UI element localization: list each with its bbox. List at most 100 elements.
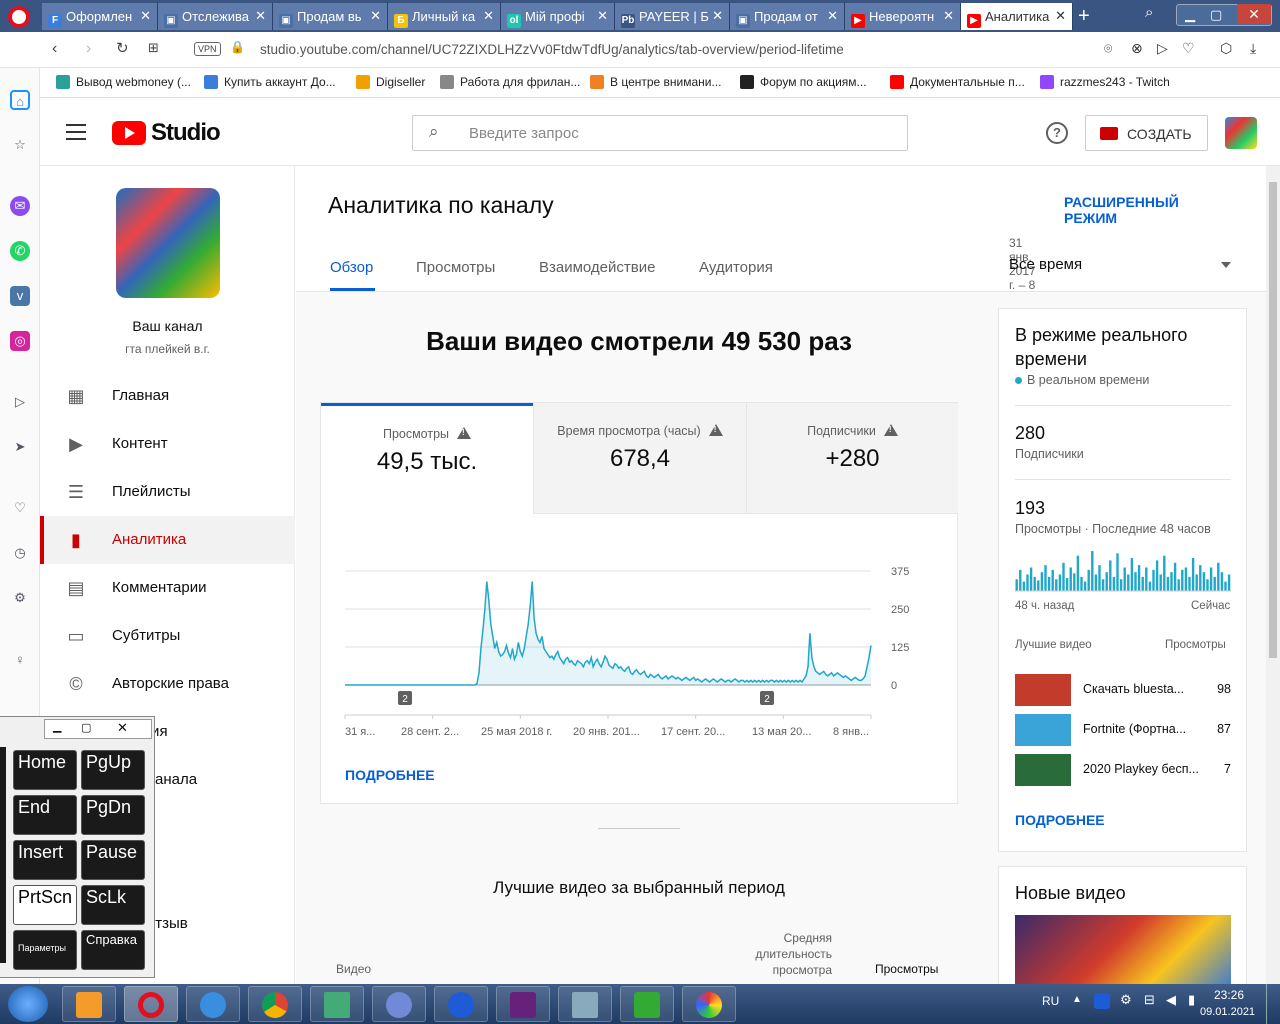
menu-icon[interactable]: [66, 124, 86, 140]
page-scrollbar[interactable]: [1266, 166, 1280, 988]
more-link[interactable]: ПОДРОБНЕЕ: [345, 767, 435, 783]
osk-key[interactable]: Справка: [81, 930, 145, 970]
nav-item[interactable]: ▦ Главная: [40, 372, 295, 420]
browser-tab[interactable]: ▣ Отслежива ✕: [158, 3, 273, 30]
send-icon[interactable]: ▷: [1157, 40, 1168, 57]
osk-key[interactable]: PrtScn: [13, 885, 77, 925]
tab-close-icon[interactable]: ✕: [140, 8, 151, 24]
osk-minimize-icon[interactable]: ▁: [53, 720, 61, 733]
home-icon[interactable]: ⌂: [10, 90, 30, 110]
tab-close-icon[interactable]: ✕: [483, 8, 494, 24]
search-tabs-icon[interactable]: ⌕: [1145, 4, 1153, 21]
nav-item[interactable]: ☰ Плейлисты: [40, 468, 295, 516]
reload-icon[interactable]: ↻: [116, 39, 129, 57]
nav-item[interactable]: © Авторские права: [40, 660, 295, 708]
top-video-row[interactable]: Скачать bluesta... 98: [1015, 674, 1231, 706]
analytics-tab[interactable]: Просмотры: [416, 259, 495, 276]
bookmark-item[interactable]: Документальные п...: [890, 75, 1025, 89]
taskbar-monitor[interactable]: [310, 986, 364, 1022]
tray-app-icon[interactable]: [1094, 993, 1110, 1009]
osk-key[interactable]: Home: [13, 750, 77, 790]
tab-close-icon[interactable]: ✕: [827, 8, 838, 24]
top-video-row[interactable]: 2020 Playkey бесп... 7: [1015, 754, 1231, 786]
search-input[interactable]: ⌕ Введите запрос: [412, 115, 908, 151]
bookmark-item[interactable]: Вывод webmoney (...: [56, 75, 191, 89]
taskbar-chrome[interactable]: [248, 986, 302, 1022]
analytics-tab[interactable]: Аудитория: [699, 259, 773, 276]
account-avatar[interactable]: [1225, 117, 1257, 149]
bookmark-item[interactable]: Форум по акциям...: [740, 75, 867, 89]
tab-close-icon[interactable]: ✕: [712, 8, 723, 24]
tray-expand-icon[interactable]: ▲: [1072, 994, 1082, 1005]
tray-settings-icon[interactable]: ⚙: [1120, 992, 1132, 1008]
nav-item[interactable]: ▶ Контент: [40, 420, 295, 468]
channel-avatar[interactable]: [116, 188, 220, 298]
youtube-logo-icon[interactable]: [112, 121, 146, 145]
col-avg-duration[interactable]: Средняя длительность просмотра: [742, 930, 832, 978]
osk-restore-icon[interactable]: ▢: [81, 721, 91, 734]
bookmark-item[interactable]: razzmes243 - Twitch: [1040, 75, 1170, 89]
taskbar-ie[interactable]: [186, 986, 240, 1022]
clock-date[interactable]: 09.01.2021: [1200, 1006, 1255, 1018]
cube-icon[interactable]: ⬡: [1220, 40, 1232, 57]
taskbar-opera[interactable]: [124, 986, 178, 1022]
tab-close-icon[interactable]: ✕: [255, 8, 266, 24]
vpn-badge[interactable]: VPN: [194, 42, 221, 56]
start-button-icon[interactable]: [8, 986, 48, 1022]
opera-logo-icon[interactable]: [8, 6, 30, 28]
osk-key[interactable]: PgUp: [81, 750, 145, 790]
browser-tab[interactable]: Pb PAYEER | Б ✕: [615, 3, 730, 30]
bookmark-item[interactable]: В центре внимани...: [590, 75, 722, 89]
taskbar-app[interactable]: [434, 986, 488, 1022]
taskbar-media-player[interactable]: [62, 986, 116, 1022]
metric-watch-time[interactable]: Время просмотра (часы) 678,4: [533, 403, 746, 514]
taskbar-security[interactable]: [620, 986, 674, 1022]
speed-dial-icon[interactable]: ⊞: [148, 40, 159, 56]
clock-time[interactable]: 23:26: [1214, 988, 1244, 1002]
osk-key[interactable]: ScLk: [81, 885, 145, 925]
adblock-icon[interactable]: ⊗: [1131, 40, 1143, 57]
help-icon[interactable]: ?: [1046, 122, 1068, 144]
instagram-icon[interactable]: ◎: [10, 331, 30, 351]
browser-tab[interactable]: ▶ Аналитика ✕: [961, 3, 1073, 30]
close-window-icon[interactable]: ✕: [1237, 4, 1271, 24]
col-video[interactable]: Видео: [336, 962, 371, 976]
browser-tab[interactable]: Б Личный ка ✕: [388, 3, 501, 30]
browser-tab[interactable]: F Оформлен ✕: [42, 3, 158, 30]
tab-close-icon[interactable]: ✕: [597, 8, 608, 24]
taskbar-discord[interactable]: [372, 986, 426, 1022]
taskbar-vs[interactable]: [496, 986, 550, 1022]
bookmark-item[interactable]: Работа для фрилан...: [440, 75, 580, 89]
tab-close-icon[interactable]: ✕: [943, 8, 954, 24]
analytics-tab[interactable]: Обзор: [330, 259, 373, 276]
bookmark-item[interactable]: Купить аккаунт До...: [204, 75, 336, 89]
analytics-tab[interactable]: Взаимодействие: [539, 259, 655, 276]
history-icon[interactable]: ◷: [10, 543, 30, 563]
period-select[interactable]: Все время: [1009, 256, 1231, 276]
realtime-more-link[interactable]: ПОДРОБНЕЕ: [1015, 812, 1105, 828]
osk-key[interactable]: Параметры: [13, 930, 77, 970]
network-icon[interactable]: ⊟: [1144, 992, 1155, 1008]
pin-icon[interactable]: ☆: [10, 135, 30, 155]
tab-close-icon[interactable]: ✕: [1055, 8, 1066, 24]
taskbar-paint[interactable]: [682, 986, 736, 1022]
language-indicator[interactable]: RU: [1042, 994, 1059, 1008]
tab-close-icon[interactable]: ✕: [370, 8, 381, 24]
battery-icon[interactable]: ▮: [1188, 992, 1195, 1008]
new-video-thumbnail[interactable]: [1015, 915, 1231, 989]
metric-views[interactable]: Просмотры 49,5 тыс.: [321, 403, 533, 514]
nav-item[interactable]: ▤ Комментарии: [40, 564, 295, 612]
heart-icon[interactable]: ♡: [1182, 40, 1195, 57]
new-tab-icon[interactable]: +: [1078, 5, 1090, 28]
nav-item[interactable]: ▮ Аналитика: [40, 516, 295, 564]
player-icon[interactable]: ▷: [10, 392, 30, 412]
create-button[interactable]: СОЗДАТЬ: [1085, 115, 1208, 151]
tips-icon[interactable]: ♀: [10, 650, 30, 670]
scrollbar-thumb[interactable]: [1269, 182, 1277, 658]
browser-tab[interactable]: ol Мій профі ✕: [501, 3, 615, 30]
settings-icon[interactable]: ⚙: [10, 588, 30, 608]
osk-key[interactable]: Pause: [81, 840, 145, 880]
osk-key[interactable]: Insert: [13, 840, 77, 880]
advanced-mode-link[interactable]: РАСШИРЕННЫЙ РЕЖИМ: [1064, 194, 1179, 226]
maximize-icon[interactable]: ▢: [1210, 7, 1222, 23]
